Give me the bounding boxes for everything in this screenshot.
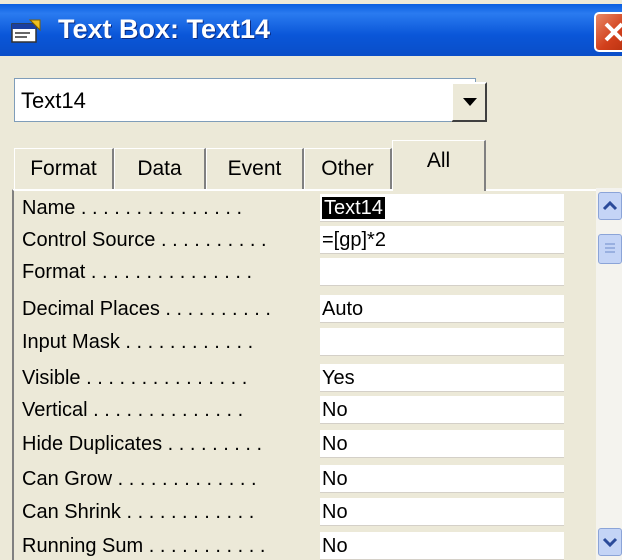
property-row-running-sum[interactable]: Running Sum . . . . . . . . . . . No — [22, 532, 564, 560]
property-row-control-source[interactable]: Control Source . . . . . . . . . . =[gp]… — [22, 226, 564, 254]
property-label: Name . . . . . . . . . . . . . . . — [22, 197, 243, 219]
property-value-field[interactable]: No — [320, 430, 564, 458]
scroll-thumb[interactable] — [598, 234, 622, 264]
property-row-can-shrink[interactable]: Can Shrink . . . . . . . . . . . . No — [22, 498, 564, 526]
property-row-name[interactable]: Name . . . . . . . . . . . . . . . Text1… — [22, 194, 564, 222]
property-value-field[interactable]: No — [320, 465, 564, 493]
property-label: Hide Duplicates . . . . . . . . . — [22, 433, 263, 455]
property-label: Vertical . . . . . . . . . . . . . . — [22, 399, 244, 421]
close-icon — [604, 22, 622, 42]
chevron-down-icon — [463, 98, 477, 106]
close-button[interactable] — [594, 12, 622, 52]
property-value-field[interactable]: Text14 — [320, 194, 564, 222]
scroll-up-button[interactable] — [598, 192, 622, 220]
property-value-field[interactable]: =[gp]*2 — [320, 226, 564, 254]
property-label: Input Mask . . . . . . . . . . . . — [22, 331, 254, 353]
property-tabs: Format Data Event Other All — [14, 140, 494, 191]
property-value-field[interactable] — [320, 328, 564, 356]
property-row-hide-duplicates[interactable]: Hide Duplicates . . . . . . . . . No — [22, 430, 564, 458]
property-value-field[interactable]: No — [320, 396, 564, 424]
property-row-visible[interactable]: Visible . . . . . . . . . . . . . . . Ye… — [22, 364, 564, 392]
vertical-scrollbar[interactable] — [596, 188, 622, 560]
tab-other[interactable]: Other — [304, 148, 392, 190]
property-sheet-window: Text Box: Text14 Text14 Format Data Even… — [0, 0, 622, 560]
chevron-down-icon — [602, 537, 618, 548]
tab-data[interactable]: Data — [114, 148, 206, 190]
property-row-decimal-places[interactable]: Decimal Places . . . . . . . . . . Auto — [22, 295, 564, 323]
dropdown-button[interactable] — [451, 82, 487, 122]
property-value-field[interactable]: No — [320, 532, 564, 560]
object-selector-value: Text14 — [21, 88, 86, 113]
selected-text: Text14 — [322, 197, 385, 219]
title-bar[interactable]: Text Box: Text14 — [0, 4, 622, 56]
property-value-field[interactable]: No — [320, 498, 564, 526]
property-label: Control Source . . . . . . . . . . — [22, 229, 267, 251]
chevron-up-icon — [602, 200, 618, 211]
property-value-field[interactable] — [320, 258, 564, 286]
property-label: Running Sum . . . . . . . . . . . — [22, 535, 266, 557]
property-row-can-grow[interactable]: Can Grow . . . . . . . . . . . . . No — [22, 465, 564, 493]
window-title: Text Box: Text14 — [58, 14, 271, 44]
scroll-down-button[interactable] — [598, 528, 622, 556]
tab-format[interactable]: Format — [14, 148, 114, 190]
tab-all[interactable]: All — [392, 140, 486, 191]
property-value-field[interactable]: Yes — [320, 364, 564, 392]
property-label: Can Grow . . . . . . . . . . . . . — [22, 468, 257, 490]
property-row-format[interactable]: Format . . . . . . . . . . . . . . . — [22, 258, 564, 286]
grip-icon — [605, 243, 615, 253]
property-row-input-mask[interactable]: Input Mask . . . . . . . . . . . . — [22, 328, 564, 356]
property-label: Format . . . . . . . . . . . . . . . — [22, 261, 253, 283]
properties-sheet-icon — [10, 18, 42, 44]
property-label: Visible . . . . . . . . . . . . . . . — [22, 367, 248, 389]
property-row-vertical[interactable]: Vertical . . . . . . . . . . . . . . No — [22, 396, 564, 424]
property-label: Can Shrink . . . . . . . . . . . . — [22, 501, 255, 523]
object-selector-combobox[interactable]: Text14 — [14, 78, 487, 122]
tab-event[interactable]: Event — [206, 148, 304, 190]
property-label: Decimal Places . . . . . . . . . . — [22, 298, 271, 320]
property-value-field[interactable]: Auto — [320, 295, 564, 323]
